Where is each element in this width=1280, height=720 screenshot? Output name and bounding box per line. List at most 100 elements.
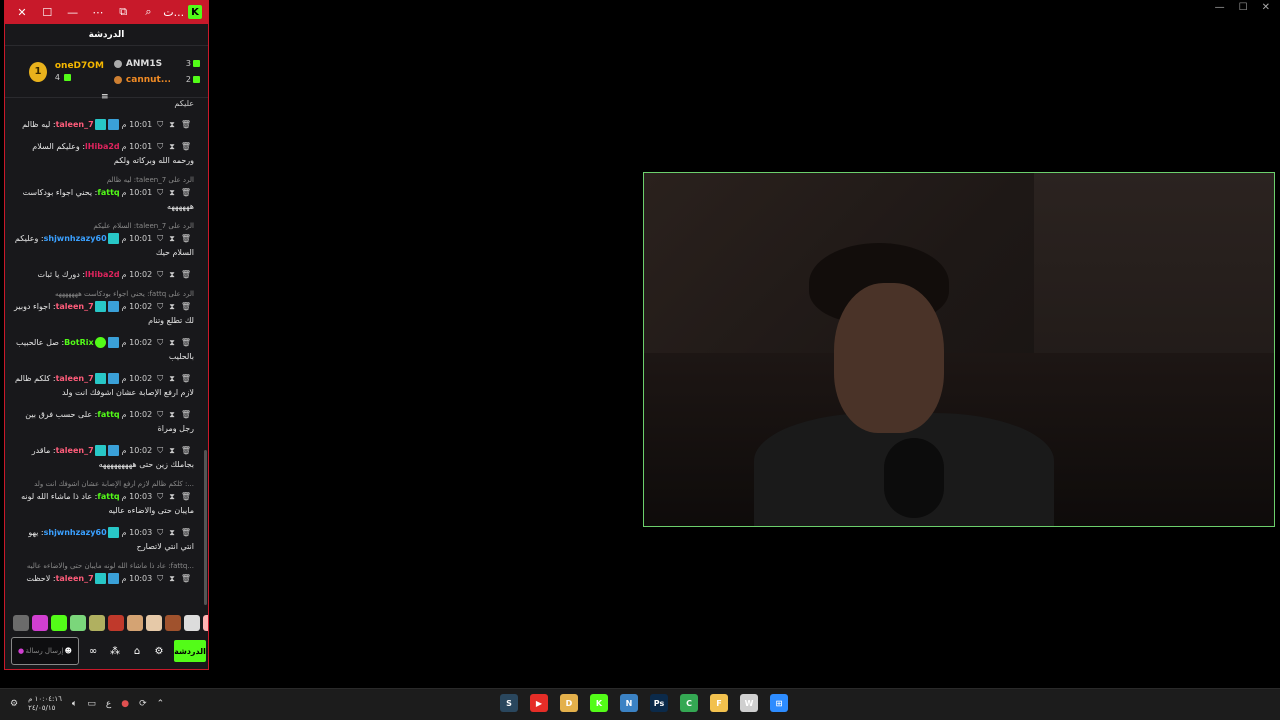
- shield-icon[interactable]: ⛉: [157, 372, 163, 386]
- delete-icon[interactable]: 🗑︎: [181, 300, 191, 314]
- timeout-icon[interactable]: ⧗: [169, 300, 175, 314]
- reply-preview[interactable]: الرد على fattq: يحني اجواء بودكاست ههههه…: [13, 290, 194, 298]
- emote-icon[interactable]: [89, 615, 105, 631]
- chat-message[interactable]: 🗑︎⧗⛉10:02 مtaleen_7: اجواء دوبير لك تطلع…: [13, 300, 194, 328]
- message-username[interactable]: taleen_7: [56, 574, 94, 583]
- language-indicator[interactable]: ع: [106, 699, 111, 709]
- chat-message[interactable]: 🗑︎⧗⛉10:01 مtaleen_7: ليه ظالم: [13, 118, 194, 132]
- reply-preview[interactable]: ...: كلكم ظالم لازم ارفع الإصابة عشان اش…: [13, 480, 194, 488]
- emote-icon[interactable]: [184, 615, 200, 631]
- clock[interactable]: ١٠:٠٤:١٦ م ٢٤/٠٥/١٥: [28, 695, 62, 713]
- kick-icon[interactable]: K: [590, 694, 608, 712]
- timeout-icon[interactable]: ⧗: [169, 232, 175, 246]
- message-username[interactable]: lHiba2d: [85, 142, 120, 151]
- minimize-icon[interactable]: —: [62, 2, 84, 22]
- start-icon[interactable]: ⊞: [770, 694, 788, 712]
- timeout-icon[interactable]: ⧗: [169, 490, 175, 504]
- message-username[interactable]: taleen_7: [56, 446, 94, 455]
- emote-icon[interactable]: [108, 615, 124, 631]
- chat-input[interactable]: ● إرسال رسالة ☻: [11, 637, 79, 665]
- sync-icon[interactable]: ⟳: [139, 699, 147, 709]
- leader-second[interactable]: ANM1S 3: [113, 59, 200, 69]
- message-username[interactable]: taleen_7: [56, 374, 94, 383]
- delete-icon[interactable]: 🗑︎: [181, 140, 191, 154]
- discord-icon[interactable]: D: [560, 694, 578, 712]
- notification-icon[interactable]: ⚙: [10, 699, 18, 709]
- files-icon[interactable]: F: [710, 694, 728, 712]
- delete-icon[interactable]: 🗑︎: [181, 526, 191, 540]
- chat-message[interactable]: 🗑︎⧗⛉10:02 مtaleen_7: ماقدر بجاملك زين حت…: [13, 444, 194, 472]
- window-icon[interactable]: W: [740, 694, 758, 712]
- chat-message[interactable]: 🗑︎⧗⛉10:02 مfattq: على حسب فرق بين رجل وم…: [13, 408, 194, 436]
- timeout-icon[interactable]: ⧗: [169, 572, 175, 586]
- leader-third[interactable]: cannut... 2: [113, 75, 200, 85]
- volume-icon[interactable]: 🔈︎: [72, 699, 77, 709]
- delete-icon[interactable]: 🗑︎: [181, 118, 191, 132]
- gear-icon[interactable]: ⚙: [151, 646, 167, 657]
- timeout-icon[interactable]: ⧗: [169, 408, 175, 422]
- infinity-icon[interactable]: ∞: [85, 646, 101, 657]
- emote-icon[interactable]: [165, 615, 181, 631]
- users-icon[interactable]: ⁂: [107, 646, 123, 657]
- shield-icon[interactable]: ⛉: [157, 300, 163, 314]
- emote-icon[interactable]: [203, 615, 208, 631]
- more-icon[interactable]: ⋯: [87, 2, 109, 22]
- delete-icon[interactable]: 🗑︎: [181, 268, 191, 282]
- timeout-icon[interactable]: ⧗: [169, 526, 175, 540]
- message-username[interactable]: BotRix: [64, 338, 93, 347]
- shield-icon[interactable]: ⛉: [157, 490, 163, 504]
- maximize-icon[interactable]: ☐: [36, 2, 58, 22]
- reply-preview[interactable]: الرد على taleen_7: ليه ظالم: [13, 176, 194, 184]
- maximize-icon[interactable]: ☐: [1239, 2, 1248, 13]
- popout-icon[interactable]: ⧉: [112, 2, 134, 22]
- scrollbar[interactable]: [204, 450, 207, 605]
- shield-icon[interactable]: ⛉: [157, 186, 163, 200]
- timeout-icon[interactable]: ⧗: [169, 336, 175, 350]
- timeout-icon[interactable]: ⧗: [169, 268, 175, 282]
- shield-icon[interactable]: ⛉: [157, 336, 163, 350]
- emote-icon[interactable]: [70, 615, 86, 631]
- send-button[interactable]: الدردشة: [174, 640, 206, 662]
- microphone-icon[interactable]: ●: [121, 699, 129, 709]
- store-icon[interactable]: ⌂: [129, 646, 145, 657]
- emote-icon[interactable]: [51, 615, 67, 631]
- emote-icon[interactable]: [32, 615, 48, 631]
- delete-icon[interactable]: 🗑︎: [181, 336, 191, 350]
- chat-message[interactable]: 🗑︎⧗⛉10:03 مtaleen_7: لاحظت: [13, 572, 194, 586]
- chat-message[interactable]: 🗑︎⧗⛉10:03 مshjwnhzazy60: يهو انتي انتي ل…: [13, 526, 194, 554]
- emote-icon[interactable]: [127, 615, 143, 631]
- chat-message[interactable]: 🗑︎⧗⛉10:01 مlHiba2d: وعليكم السلام ورحمه …: [13, 140, 194, 168]
- message-username[interactable]: shjwnhzazy60: [44, 528, 107, 537]
- shield-icon[interactable]: ⛉: [157, 572, 163, 586]
- youtube-icon[interactable]: ▶: [530, 694, 548, 712]
- shield-icon[interactable]: ⛉: [157, 232, 163, 246]
- reply-preview[interactable]: الرد على taleen_7: السلام عليكم: [13, 222, 194, 230]
- shield-icon[interactable]: ⛉: [157, 526, 163, 540]
- leader-first[interactable]: oneD7OM 4: [55, 61, 104, 82]
- chevron-up-icon[interactable]: ⌃: [157, 699, 165, 709]
- message-username[interactable]: fattq: [97, 410, 119, 419]
- emote-icon[interactable]: [13, 615, 29, 631]
- chat-message[interactable]: 🗑︎⧗⛉10:01 مfattq: يحني اجواء بودكاست ههه…: [13, 186, 194, 214]
- delete-icon[interactable]: 🗑︎: [181, 408, 191, 422]
- delete-icon[interactable]: 🗑︎: [181, 490, 191, 504]
- shield-icon[interactable]: ⛉: [157, 140, 163, 154]
- timeout-icon[interactable]: ⧗: [169, 444, 175, 458]
- delete-icon[interactable]: 🗑︎: [181, 444, 191, 458]
- close-icon[interactable]: ✕: [1262, 2, 1270, 13]
- message-username[interactable]: taleen_7: [56, 302, 94, 311]
- shield-icon[interactable]: ⛉: [157, 408, 163, 422]
- delete-icon[interactable]: 🗑︎: [181, 372, 191, 386]
- shield-icon[interactable]: ⛉: [157, 444, 163, 458]
- timeout-icon[interactable]: ⧗: [169, 372, 175, 386]
- network-icon[interactable]: ▭: [87, 699, 96, 709]
- minimize-icon[interactable]: —: [1215, 2, 1225, 13]
- chat-message[interactable]: 🗑︎⧗⛉10:02 مlHiba2d: دورك يا ثبات: [13, 268, 194, 282]
- message-list[interactable]: عليكم 🗑︎⧗⛉10:01 مtaleen_7: ليه ظالم 🗑︎⧗⛉1…: [5, 99, 202, 607]
- message-username[interactable]: lHiba2d: [85, 270, 120, 279]
- timeout-icon[interactable]: ⧗: [169, 140, 175, 154]
- timeout-icon[interactable]: ⧗: [169, 186, 175, 200]
- message-username[interactable]: shjwnhzazy60: [44, 234, 107, 243]
- message-username[interactable]: taleen_7: [56, 120, 94, 129]
- chat-message[interactable]: 🗑︎⧗⛉10:02 مBotRix: صل عالحبيب بالحليب: [13, 336, 194, 364]
